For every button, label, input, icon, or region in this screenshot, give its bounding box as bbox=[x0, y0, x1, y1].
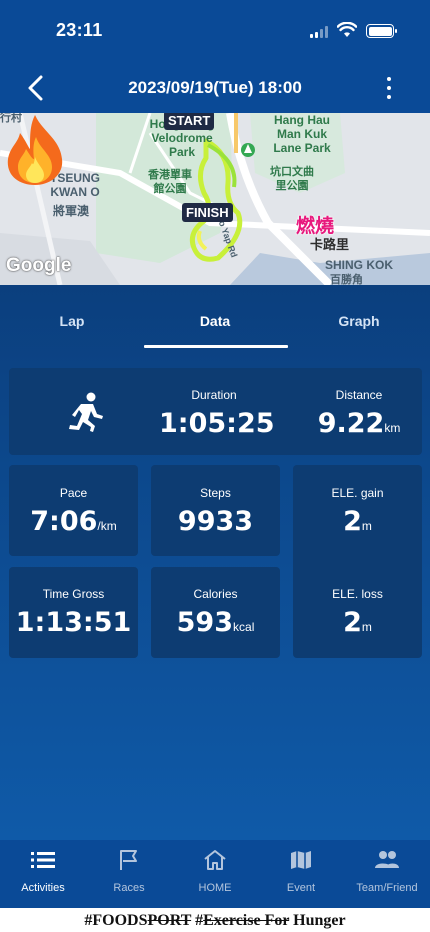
calories-card: Calories 593kcal bbox=[151, 567, 280, 658]
nav-team-friend[interactable]: Team/Friend bbox=[344, 848, 430, 894]
people-icon bbox=[375, 851, 399, 868]
calories-label: Calories bbox=[193, 587, 238, 601]
distance-label: Distance bbox=[335, 388, 383, 402]
time-gross-label: Time Gross bbox=[42, 587, 105, 601]
map-label-shingkok: SHING KOK bbox=[325, 258, 394, 272]
signal-icon bbox=[310, 26, 328, 38]
status-time: 23:11 bbox=[56, 20, 103, 40]
flag-icon bbox=[120, 850, 137, 870]
stats-panel: Lap Data Graph Duration 1:05:25 Distance… bbox=[0, 285, 430, 840]
running-person-icon bbox=[69, 392, 103, 432]
status-bar: 23:11 bbox=[0, 0, 430, 62]
navbar: 2023/09/19(Tue) 18:00 bbox=[0, 66, 430, 110]
tab-lap[interactable]: Lap bbox=[22, 313, 122, 329]
map-label-shingkok-zh: 百勝角 bbox=[330, 274, 363, 285]
tab-indicator bbox=[144, 345, 288, 348]
bottom-nav: Activities Races HOME Event Team/Friend bbox=[0, 840, 430, 908]
nav-event[interactable]: Event bbox=[258, 848, 344, 894]
ele-loss-label: ELE. loss bbox=[332, 587, 383, 601]
duration-value: 1:05:25 bbox=[159, 408, 275, 439]
steps-label: Steps bbox=[200, 486, 231, 500]
pace-card: Pace 7:06/km bbox=[9, 465, 138, 556]
nav-activities-label: Activities bbox=[21, 882, 65, 894]
time-gross-value: 1:13:51 bbox=[15, 607, 132, 638]
fire-text: 燃燒 bbox=[296, 216, 335, 237]
nav-home-label: HOME bbox=[198, 882, 232, 894]
fire-icon bbox=[7, 115, 63, 185]
nav-event-label: Event bbox=[286, 882, 316, 894]
page-title: 2023/09/19(Tue) 18:00 bbox=[128, 78, 302, 97]
steps-value: 9933 bbox=[177, 506, 254, 537]
slogan: #FOODSPORT #Exercise For Hunger bbox=[84, 912, 346, 929]
nav-races-label: Races bbox=[113, 882, 145, 894]
tab-data[interactable]: Data bbox=[165, 313, 265, 329]
steps-card: Steps 9933 bbox=[151, 465, 280, 556]
list-icon bbox=[31, 852, 55, 868]
battery-icon bbox=[366, 24, 397, 38]
start-marker: START bbox=[164, 113, 215, 130]
map-label-kalo: 卡路里 bbox=[310, 237, 350, 252]
header: 23:11 2023/09/19(Tue) 18:00 bbox=[0, 0, 430, 113]
map-label-hanghau: Hang Hau Man Kuk Lane Park bbox=[273, 113, 331, 155]
nav-activities[interactable]: Activities bbox=[0, 848, 86, 894]
summary-card: Duration 1:05:25 Distance 9.22km bbox=[9, 368, 422, 455]
wifi-icon bbox=[337, 22, 357, 37]
map-label-velodrome-zh: 香港單車 館公園 bbox=[148, 169, 192, 195]
nav-races[interactable]: Races bbox=[86, 848, 172, 894]
elevation-card: ELE. gain 2m ELE. loss 2m bbox=[293, 465, 422, 658]
tab-bar: Lap Data Graph bbox=[0, 285, 430, 349]
ele-gain-label: ELE. gain bbox=[331, 486, 384, 500]
pace-label: Pace bbox=[59, 486, 88, 500]
route-map[interactable]: 行村 Hong Kong Velodrome Park 香港單車 館公園 Han… bbox=[0, 113, 430, 285]
pace-value: 7:06/km bbox=[30, 506, 117, 537]
more-options-icon[interactable] bbox=[386, 77, 392, 99]
tab-graph[interactable]: Graph bbox=[309, 313, 409, 329]
map-label-hanghau-zh: 坑口文曲 里公園 bbox=[270, 166, 314, 192]
nav-home[interactable]: HOME bbox=[172, 848, 258, 894]
duration-label: Duration bbox=[191, 388, 237, 402]
google-logo: Google bbox=[6, 255, 72, 276]
finish-marker: FINISH bbox=[182, 203, 233, 222]
time-gross-card: Time Gross 1:13:51 bbox=[9, 567, 138, 658]
ele-loss-value: 2m bbox=[343, 607, 372, 638]
distance-value: 9.22km bbox=[317, 408, 401, 439]
ele-gain-value: 2m bbox=[343, 506, 372, 537]
map-icon bbox=[291, 851, 311, 869]
nav-team-friend-label: Team/Friend bbox=[356, 882, 418, 894]
home-icon bbox=[204, 850, 226, 870]
calories-value: 593kcal bbox=[176, 607, 255, 638]
map-label-tseungkwano-zh: 將軍澳 bbox=[52, 204, 89, 218]
